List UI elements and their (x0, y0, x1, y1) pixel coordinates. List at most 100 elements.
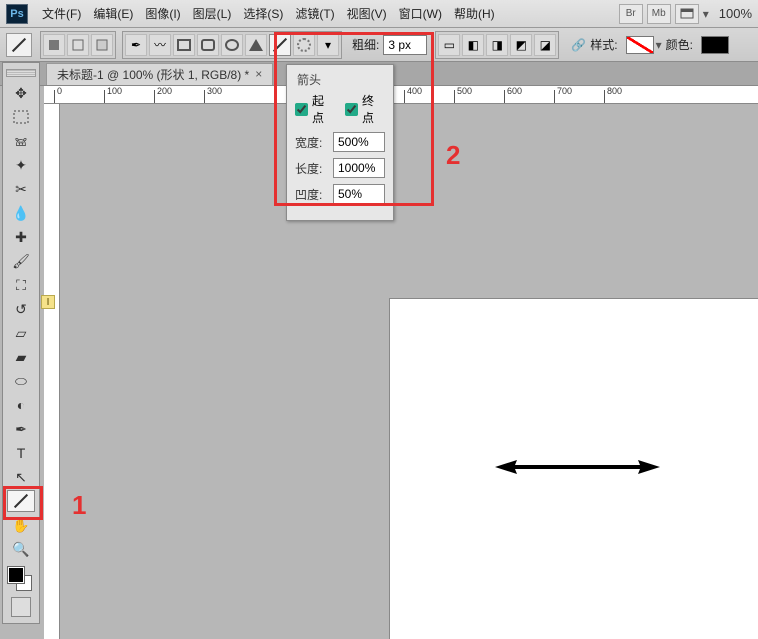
line-icon-2 (273, 37, 287, 51)
line-icon (12, 37, 26, 51)
document-tab-title: 未标题-1 @ 100% (形状 1, RGB/8) * (57, 66, 249, 83)
close-tab-button[interactable]: × (255, 67, 262, 81)
type-tool[interactable]: T (7, 442, 35, 464)
arrow-end-checkbox[interactable] (345, 103, 358, 116)
pathop-new-button[interactable]: ▭ (438, 34, 460, 56)
canvas[interactable] (390, 299, 758, 639)
ruler-tick: 400 (407, 86, 422, 96)
canvas-viewport[interactable] (60, 104, 758, 639)
pathop-add-button[interactable]: ◧ (462, 34, 484, 56)
polygon-shape-button[interactable] (245, 34, 267, 56)
quickmask-button[interactable] (11, 597, 31, 617)
minibridge-button[interactable]: Mb (647, 4, 671, 24)
rect-shape-button[interactable] (173, 34, 195, 56)
callout-label-1: 1 (72, 490, 86, 521)
toolbox-grip[interactable] (6, 69, 36, 77)
screen-dropdown-icon[interactable]: ▾ (703, 7, 709, 21)
style-picker[interactable] (626, 36, 654, 54)
path-select-tool[interactable]: ↖ (7, 466, 35, 488)
lasso-tool[interactable]: 𖠌 (7, 130, 35, 152)
foreground-color-swatch[interactable] (8, 567, 24, 583)
pen-tool[interactable]: ✒ (7, 418, 35, 440)
callout-label-2: 2 (446, 140, 460, 171)
mode-group (40, 31, 116, 59)
line-shape-button[interactable] (269, 34, 291, 56)
eyedropper-tool[interactable]: 💧 (7, 202, 35, 224)
menu-select[interactable]: 选择(S) (237, 3, 289, 24)
arrow-concave-input[interactable] (333, 184, 385, 204)
pathop-intersect-button[interactable]: ◩ (510, 34, 532, 56)
blur-tool[interactable]: ⬭ (7, 370, 35, 392)
popup-header: 箭头 (295, 71, 385, 88)
line-tool[interactable] (7, 490, 35, 512)
screen-mode-button[interactable] (675, 4, 699, 24)
drawn-arrow-shape[interactable] (495, 459, 660, 475)
ruler-tick: 0 (57, 86, 62, 96)
stamp-tool[interactable]: ⛶ (7, 274, 35, 296)
ellipse-icon (225, 39, 239, 51)
ellipse-shape-button[interactable] (221, 34, 243, 56)
app-logo: Ps (6, 4, 28, 24)
pathop-subtract-button[interactable]: ◨ (486, 34, 508, 56)
weight-label: 粗细: (352, 36, 379, 53)
ruler-tick: 600 (507, 86, 522, 96)
shape-layers-button[interactable] (43, 34, 65, 56)
move-tool[interactable]: ✥ (7, 82, 35, 104)
fill-pixels-icon (95, 38, 109, 52)
brush-tool[interactable]: 🖌 (7, 250, 35, 272)
menu-bar: Ps 文件(F) 编辑(E) 图像(I) 图层(L) 选择(S) 滤镜(T) 视… (0, 0, 758, 28)
history-brush-tool[interactable]: ↺ (7, 298, 35, 320)
pen-shape-button[interactable]: ✒ (125, 34, 147, 56)
color-picker[interactable] (701, 36, 729, 54)
weight-input[interactable] (383, 35, 427, 55)
bridge-button[interactable]: Br (619, 4, 643, 24)
menu-view[interactable]: 视图(V) (341, 3, 393, 24)
fill-pixels-button[interactable] (91, 34, 113, 56)
freeform-pen-button[interactable]: 〰 (149, 34, 171, 56)
zoom-readout[interactable]: 100% (719, 6, 752, 21)
horizontal-ruler[interactable]: 0 100 200 300 400 500 600 700 800 (44, 86, 758, 104)
hand-tool[interactable]: ✋ (7, 514, 35, 536)
heal-tool[interactable]: ✚ (7, 226, 35, 248)
toolbox: ✥ 𖠌 ✦ ✂ 💧 ✚ 🖌 ⛶ ↺ ▱ ▰ ⬭ ◐ ✒ T ↖ ✋ 🔍 (2, 62, 40, 624)
gradient-tool[interactable]: ▰ (7, 346, 35, 368)
paths-button[interactable] (67, 34, 89, 56)
link-icon[interactable]: 🔗 (571, 38, 586, 52)
marquee-tool[interactable] (7, 106, 35, 128)
arrow-start-label: 起点 (312, 92, 335, 126)
eraser-tool[interactable]: ▱ (7, 322, 35, 344)
menu-help[interactable]: 帮助(H) (448, 3, 501, 24)
arrow-width-input[interactable] (333, 132, 385, 152)
dodge-tool[interactable]: ◐ (7, 394, 35, 416)
style-dropdown-icon[interactable]: ▾ (656, 38, 662, 52)
menu-layer[interactable]: 图层(L) (187, 3, 238, 24)
path-ops-group: ▭ ◧ ◨ ◩ ◪ (435, 31, 559, 59)
menu-window[interactable]: 窗口(W) (393, 3, 448, 24)
menu-filter[interactable]: 滤镜(T) (289, 3, 340, 24)
gear-icon (297, 38, 311, 52)
custom-shape-button[interactable] (293, 34, 315, 56)
zoom-tool[interactable]: 🔍 (7, 538, 35, 560)
current-tool-preview[interactable] (6, 33, 32, 57)
wand-tool[interactable]: ✦ (7, 154, 35, 176)
color-swatches[interactable] (6, 565, 36, 591)
arrow-length-input[interactable] (333, 158, 385, 178)
arrow-width-label: 宽度: (295, 134, 322, 151)
roundrect-icon (201, 39, 215, 51)
ruler-tick: 200 (157, 86, 172, 96)
pathop-exclude-button[interactable]: ◪ (534, 34, 556, 56)
menu-image[interactable]: 图像(I) (139, 3, 186, 24)
menu-edit[interactable]: 编辑(E) (87, 3, 139, 24)
ruler-tick: 500 (457, 86, 472, 96)
menu-file[interactable]: 文件(F) (36, 3, 87, 24)
shape-layers-icon (47, 38, 61, 52)
vertical-ruler[interactable] (44, 104, 60, 639)
roundrect-shape-button[interactable] (197, 34, 219, 56)
document-tab[interactable]: 未标题-1 @ 100% (形状 1, RGB/8) * × (46, 63, 273, 85)
geometry-options-dropdown[interactable]: ▾ (317, 34, 339, 56)
ruler-tick: 800 (607, 86, 622, 96)
crop-tool[interactable]: ✂ (7, 178, 35, 200)
arrow-start-checkbox[interactable] (295, 103, 308, 116)
line-tool-icon (14, 494, 28, 508)
arrowheads-popup: 箭头 起点 终点 宽度: 长度: 凹度: (286, 64, 394, 221)
